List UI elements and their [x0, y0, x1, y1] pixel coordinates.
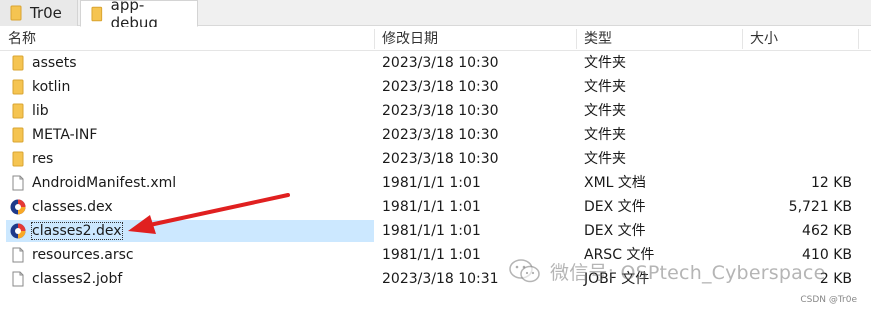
column-divider[interactable] — [858, 29, 859, 49]
file-name: AndroidManifest.xml — [32, 175, 177, 191]
file-type: 文件夹 — [584, 103, 626, 119]
file-name: res — [32, 151, 54, 167]
file-name: assets — [32, 55, 77, 71]
tab-app-debug[interactable]: app-debug — [80, 0, 198, 32]
file-row[interactable]: META-INF 2023/3/18 10:30 文件夹 — [0, 123, 871, 147]
file-date: 2023/3/18 10:30 — [382, 79, 499, 95]
file-type: 文件夹 — [584, 55, 626, 71]
file-date: 2023/3/18 10:30 — [382, 103, 499, 119]
file-name: classes2.jobf — [32, 271, 123, 287]
file-name: lib — [32, 103, 49, 119]
file-type: DEX 文件 — [584, 223, 646, 239]
file-type: XML 文档 — [584, 175, 646, 191]
file-date: 1981/1/1 1:01 — [382, 199, 481, 215]
file-date: 1981/1/1 1:01 — [382, 175, 481, 191]
tab-bar: Tr0e app-debug — [0, 0, 871, 32]
watermark: 微信号: OSPtech_Cyberspace — [508, 256, 825, 286]
folder-icon — [12, 55, 24, 71]
folder-icon — [12, 103, 24, 119]
file-row-selected[interactable]: classes2.dex 1981/1/1 1:01 DEX 文件 462 KB — [0, 219, 871, 243]
file-row[interactable]: assets 2023/3/18 10:30 文件夹 — [0, 51, 871, 75]
file-date: 2023/3/18 10:30 — [382, 151, 499, 167]
folder-icon — [10, 5, 22, 21]
column-header-name[interactable]: 名称 — [0, 27, 374, 51]
file-name-label: classes2.dex — [31, 222, 123, 240]
watermark-text: 微信号: OSPtech_Cyberspace — [550, 261, 826, 284]
document-icon — [12, 175, 24, 191]
file-size: 5,721 KB — [788, 199, 852, 215]
file-type: 文件夹 — [584, 127, 626, 143]
file-name: classes2.dex — [31, 219, 123, 243]
file-size: 462 KB — [802, 223, 852, 239]
file-type: DEX 文件 — [584, 199, 646, 215]
wechat-icon — [509, 259, 540, 283]
dex-file-icon — [10, 199, 26, 215]
file-name: META-INF — [32, 127, 98, 143]
column-header-row: 名称 修改日期 类型 大小 — [0, 27, 871, 51]
file-name: classes.dex — [32, 199, 113, 215]
file-row[interactable]: res 2023/3/18 10:30 文件夹 — [0, 147, 871, 171]
file-date: 2023/3/18 10:31 — [382, 271, 499, 287]
folder-icon — [12, 151, 24, 167]
credit-text: CSDN @Tr0e — [800, 295, 857, 305]
file-date: 1981/1/1 1:01 — [382, 223, 481, 239]
file-row[interactable]: lib 2023/3/18 10:30 文件夹 — [0, 99, 871, 123]
tab-tr0e[interactable]: Tr0e — [0, 0, 78, 26]
document-icon — [12, 271, 24, 287]
folder-icon — [91, 6, 103, 21]
dex-file-icon — [10, 223, 26, 239]
folder-icon — [12, 79, 24, 95]
document-icon — [12, 247, 24, 263]
column-header-date[interactable]: 修改日期 — [374, 27, 576, 51]
file-row[interactable]: kotlin 2023/3/18 10:30 文件夹 — [0, 75, 871, 99]
file-name: resources.arsc — [32, 247, 134, 263]
file-row[interactable]: AndroidManifest.xml 1981/1/1 1:01 XML 文档… — [0, 171, 871, 195]
file-date: 2023/3/18 10:30 — [382, 55, 499, 71]
file-date: 1981/1/1 1:01 — [382, 247, 481, 263]
column-header-type[interactable]: 类型 — [576, 27, 742, 51]
file-date: 2023/3/18 10:30 — [382, 127, 499, 143]
tab-label: Tr0e — [30, 4, 62, 22]
file-size: 12 KB — [810, 175, 852, 191]
file-row[interactable]: classes.dex 1981/1/1 1:01 DEX 文件 5,721 K… — [0, 195, 871, 219]
file-type: 文件夹 — [584, 151, 626, 167]
column-header-size[interactable]: 大小 — [742, 27, 858, 51]
file-name: kotlin — [32, 79, 71, 95]
file-type: 文件夹 — [584, 79, 626, 95]
folder-icon — [12, 127, 24, 143]
